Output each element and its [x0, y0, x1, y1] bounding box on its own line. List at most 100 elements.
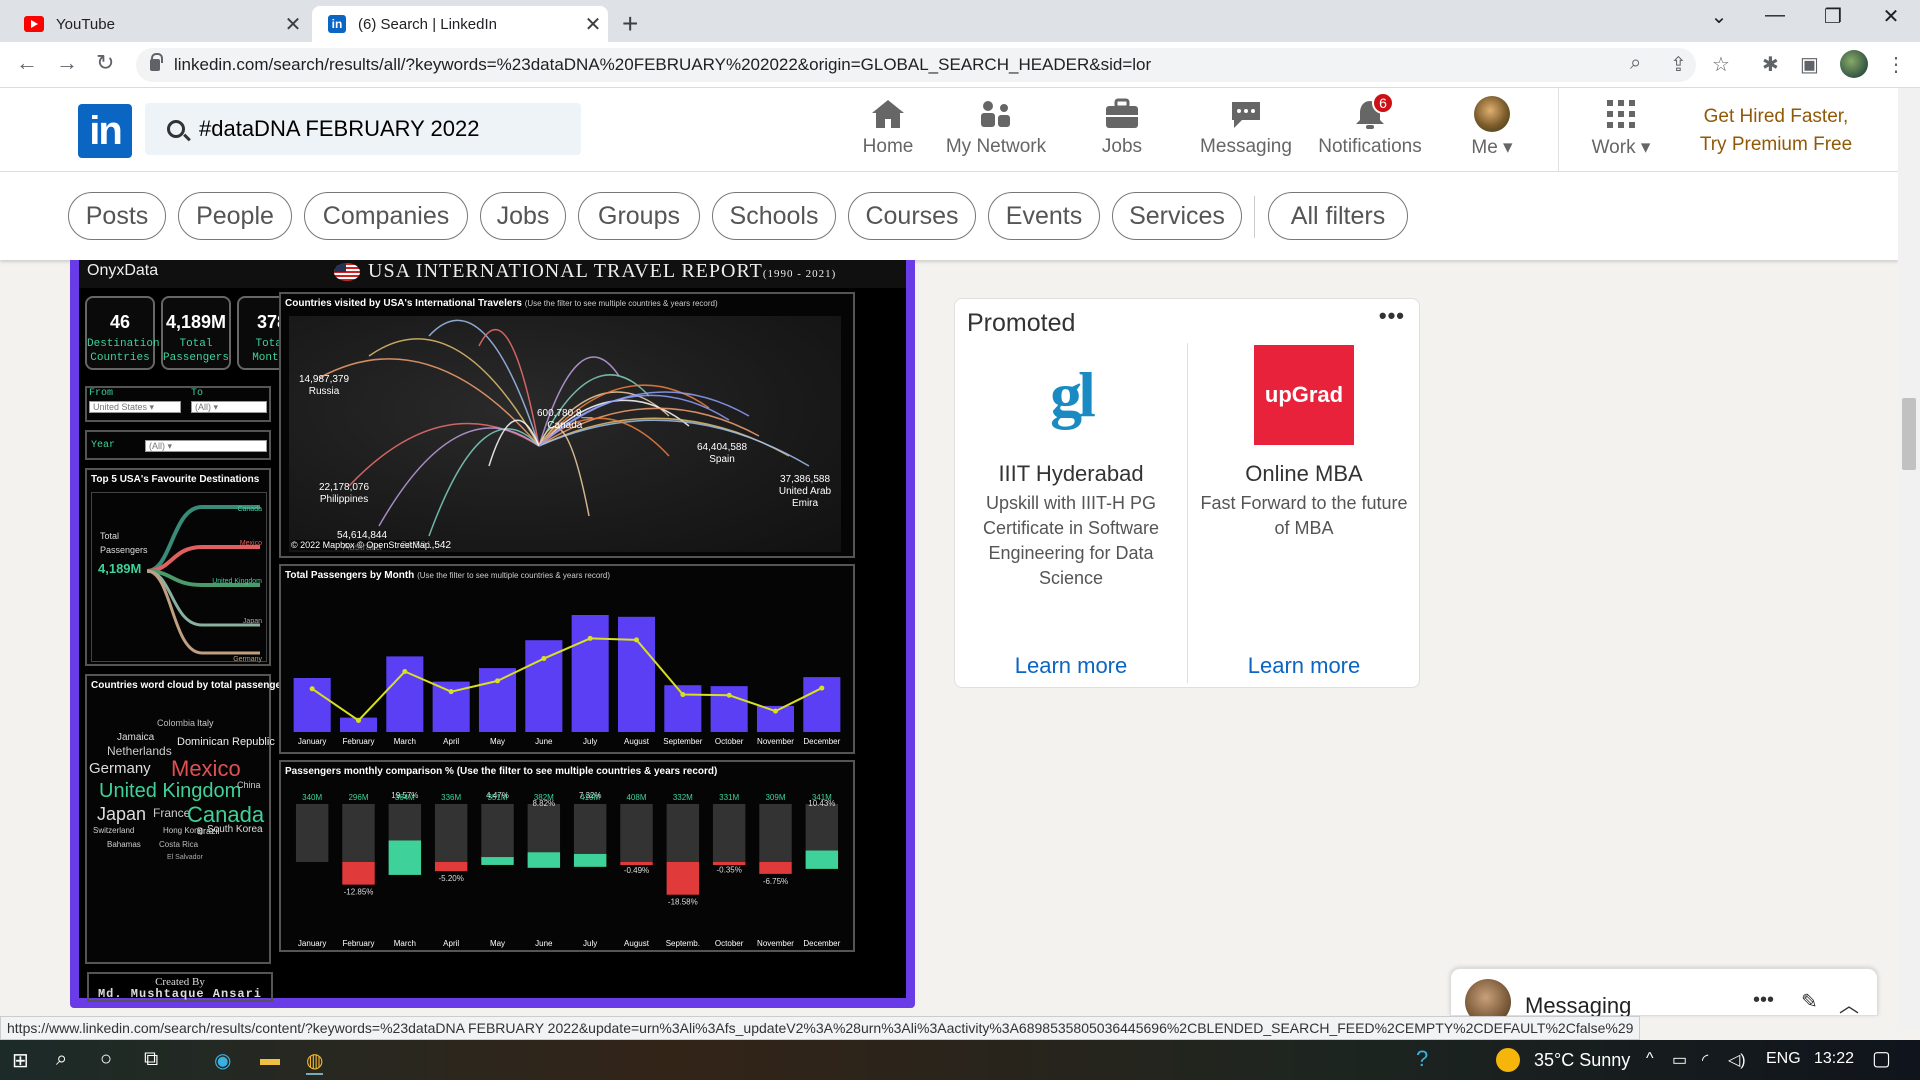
filter-groups[interactable]: Groups [578, 192, 700, 240]
browser-profile-avatar[interactable] [1840, 50, 1868, 78]
battery-icon[interactable]: ▭ [1672, 1050, 1687, 1070]
home-icon [868, 96, 908, 132]
filter-all-filters[interactable]: All filters [1268, 192, 1408, 240]
messaging-overlay[interactable]: Messaging ••• ✎ ︿ [1450, 968, 1878, 1025]
zoom-icon[interactable]: ⌕ [1630, 52, 1641, 75]
promoted-ad-iiit[interactable]: gl IIIT Hyderabad Upskill with IIIT-H PG… [955, 343, 1187, 683]
share-icon[interactable]: ⇪ [1670, 52, 1687, 77]
monthly-comparison-panel: Passengers monthly comparison % (Use the… [279, 760, 855, 952]
monthly-bar-chart: January February March April May June July Augu… [293, 615, 841, 746]
change-label: -5.20% [438, 874, 463, 883]
bookmark-star-icon[interactable]: ☆ [1712, 52, 1730, 77]
nav-messaging[interactable]: Messaging [1190, 96, 1302, 172]
month-tick-label: September [663, 737, 702, 746]
search-box[interactable] [145, 103, 581, 155]
tab-search-icon[interactable]: ⌄ [1694, 4, 1744, 29]
change-bar [434, 862, 468, 872]
more-options-icon[interactable]: ••• [1379, 303, 1405, 329]
file-explorer-icon[interactable]: ▬ [260, 1048, 280, 1071]
word-cloud-word: Germany [89, 760, 151, 777]
task-view-icon[interactable]: ⧉ [144, 1048, 158, 1071]
premium-upsell-link[interactable]: Get Hired Faster, Try Premium Free [1676, 103, 1876, 159]
tab-youtube[interactable]: YouTube ✕ [8, 6, 308, 42]
nav-label: Home [862, 136, 914, 157]
month-bar [478, 668, 517, 732]
month-bar [571, 615, 609, 732]
word-cloud-word: Switzerland [93, 826, 135, 835]
change-label: -0.35% [716, 866, 741, 875]
post-image[interactable]: OnyxData USA INTERNATIONAL TRAVEL REPORT… [70, 260, 915, 1008]
extensions-icon[interactable]: ✱ [1762, 52, 1779, 77]
word-cloud-word: El Salvador [167, 854, 203, 861]
learn-more-link[interactable]: Learn more [1188, 653, 1420, 679]
promoted-ad-upgrad[interactable]: upGrad Online MBA Fast Forward to the fu… [1188, 343, 1420, 683]
month-tick-label: November [757, 939, 794, 948]
windows-start-icon[interactable]: ⊞ [12, 1048, 29, 1073]
edge-icon[interactable]: ◉ [214, 1048, 231, 1073]
reload-icon[interactable]: ↻ [96, 50, 114, 76]
chevron-up-icon[interactable]: ︿ [1839, 989, 1859, 1018]
tray-chevron-icon[interactable]: ^ [1646, 1050, 1654, 1068]
new-tab-button[interactable]: + [622, 8, 638, 40]
wifi-icon[interactable]: ◜ [1702, 1050, 1708, 1070]
month-bar [293, 678, 331, 732]
side-panel-icon[interactable]: ▣ [1800, 52, 1819, 77]
month-tick-label: January [298, 939, 326, 948]
clock[interactable]: 13:22 [1814, 1050, 1854, 1068]
page-scrollbar[interactable] [1898, 88, 1920, 1030]
bell-icon: 6 [1350, 92, 1394, 132]
cortana-icon[interactable]: ○ [100, 1048, 112, 1071]
back-icon[interactable]: ← [16, 50, 38, 76]
filter-schools[interactable]: Schools [712, 192, 836, 240]
url-bar[interactable]: linkedin.com/search/results/all/?keyword… [136, 48, 1696, 82]
created-by-box: Created By Md. Mushtaque Ansari [87, 972, 273, 1002]
nav-my-network[interactable]: My Network [940, 96, 1052, 172]
tab-linkedin[interactable]: in (6) Search | LinkedIn ✕ [312, 6, 608, 42]
close-tab-icon[interactable]: ✕ [578, 12, 608, 37]
more-options-icon[interactable]: ••• [1753, 989, 1774, 1012]
restore-button[interactable]: ❐ [1808, 4, 1858, 29]
filter-posts[interactable]: Posts [68, 192, 166, 240]
month-tick-label: August [624, 939, 650, 948]
filter-events[interactable]: Events [988, 192, 1100, 240]
lock-icon[interactable] [150, 53, 163, 71]
language-indicator[interactable]: ENG [1766, 1050, 1801, 1068]
sun-icon[interactable] [1496, 1048, 1520, 1072]
search-icon[interactable]: ⌕ [56, 1048, 67, 1071]
filter-people[interactable]: People [178, 192, 292, 240]
nav-home[interactable]: Home [838, 96, 938, 172]
volume-icon[interactable]: ◁) [1728, 1050, 1746, 1070]
filter-jobs[interactable]: Jobs [480, 192, 566, 240]
filter-companies[interactable]: Companies [304, 192, 468, 240]
browser-menu-icon[interactable]: ⋮ [1886, 52, 1906, 77]
nav-jobs[interactable]: Jobs [1072, 96, 1172, 172]
learn-more-link[interactable]: Learn more [955, 653, 1187, 679]
compose-icon[interactable]: ✎ [1801, 989, 1818, 1014]
total-label: 336M [441, 793, 461, 802]
chrome-icon[interactable]: ◍ [306, 1048, 324, 1075]
close-window-button[interactable]: ✕ [1866, 4, 1916, 29]
filter-courses[interactable]: Courses [848, 192, 976, 240]
minimize-button[interactable]: — [1750, 4, 1800, 27]
help-icon[interactable]: ? [1416, 1046, 1428, 1072]
total-label: 331M [719, 793, 739, 802]
flight-arc [318, 358, 540, 447]
scrollbar-thumb[interactable] [1902, 398, 1916, 470]
forward-icon[interactable]: → [56, 50, 78, 76]
url-text: linkedin.com/search/results/all/?keyword… [174, 55, 1152, 74]
nav-me[interactable]: Me ▾ [1450, 96, 1534, 172]
nav-work[interactable]: Work ▾ [1576, 96, 1666, 172]
weather-text[interactable]: 35°C Sunny [1534, 1050, 1630, 1071]
change-bar [712, 862, 746, 865]
top5-destinations-panel: Top 5 USA's Favourite Destinations Total… [85, 468, 271, 666]
close-tab-icon[interactable]: ✕ [278, 12, 308, 37]
word-cloud-word: Bahamas [107, 840, 141, 849]
search-input[interactable] [199, 116, 579, 142]
brand-logo: OnyxData [87, 262, 159, 279]
notification-center-icon[interactable]: ▢ [1872, 1046, 1891, 1071]
filter-services[interactable]: Services [1112, 192, 1242, 240]
nav-notifications[interactable]: 6 Notifications [1312, 92, 1428, 172]
linkedin-logo[interactable]: in [78, 104, 132, 158]
change-bar [666, 862, 700, 895]
change-bar [620, 862, 653, 865]
